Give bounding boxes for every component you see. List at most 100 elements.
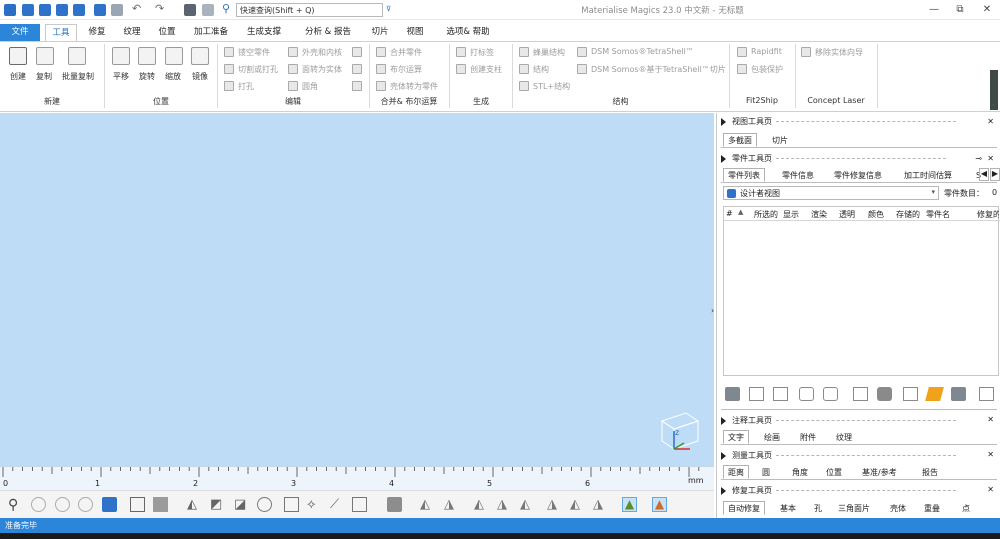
load-part-icon[interactable] <box>725 387 740 401</box>
view-toolbar-title[interactable]: 视图工具页 <box>721 116 956 128</box>
sphere-select-icon[interactable] <box>257 497 272 512</box>
solid-part-icon[interactable] <box>877 387 892 401</box>
col-stored[interactable]: 存储的 <box>896 209 922 220</box>
fillet-button[interactable]: 圆角 <box>302 81 318 92</box>
box-select-icon[interactable] <box>352 497 367 512</box>
menu-file[interactable]: 文件 <box>0 24 40 41</box>
group-parts-icon[interactable] <box>823 387 838 401</box>
dsm-tetrashell-slice-button[interactable]: DSM Somos®基于TetraShell™切片 <box>591 64 726 75</box>
col-transparent[interactable]: 透明 <box>839 209 855 220</box>
batch-copy-button[interactable]: 批量复制 <box>62 71 94 82</box>
col-repaired[interactable]: 修复的 <box>977 209 999 220</box>
surface-to-solid-button[interactable]: 面转为实体 <box>302 64 342 75</box>
part-select-icon[interactable] <box>387 497 402 512</box>
packaging-icon[interactable] <box>737 64 747 74</box>
label-icon[interactable] <box>456 47 466 57</box>
designer-view-select[interactable]: 设计者视图 ▾ <box>723 186 939 200</box>
surface-solid-icon[interactable] <box>288 64 298 74</box>
fillet-icon[interactable] <box>288 81 298 91</box>
new-file-icon[interactable] <box>22 4 34 16</box>
pin-icon[interactable]: ⊸ <box>975 154 982 163</box>
shell-part-icon[interactable] <box>376 81 386 91</box>
menu-analyze-report[interactable]: 分析 & 报告 <box>297 24 359 41</box>
mesh-smooth-icon[interactable]: ◮ <box>593 497 608 512</box>
unload-part-icon[interactable] <box>749 387 764 401</box>
copy-button[interactable]: 复制 <box>36 71 52 82</box>
brush-icon[interactable]: ⟋ <box>330 497 345 512</box>
col-part-name[interactable]: 零件名 <box>926 209 950 220</box>
mesh-cut-icon[interactable]: ◮ <box>444 497 459 512</box>
strut-icon[interactable] <box>456 64 466 74</box>
menu-position[interactable]: 位置 <box>152 24 182 41</box>
close-measure-toolbar-button[interactable]: ✕ <box>987 450 994 459</box>
tab-draw[interactable]: 绘画 <box>759 430 785 444</box>
part-list-table[interactable]: # ▲ 所选的 显示 渲染 透明 颜色 存储的 零件名 修复的 <box>723 206 1000 376</box>
tab-location[interactable]: 位置 <box>821 465 847 479</box>
maximize-button[interactable]: ⧉ <box>951 2 969 17</box>
open-file-icon[interactable] <box>39 4 51 16</box>
rapidfit-icon[interactable] <box>737 47 747 57</box>
honeycomb-button[interactable]: 蜂巢结构 <box>533 47 565 58</box>
cut-icon[interactable] <box>224 64 234 74</box>
remove-solid-icon[interactable] <box>801 47 811 57</box>
tab-holes[interactable]: 孔 <box>809 501 827 515</box>
col-color[interactable]: 颜色 <box>868 209 884 220</box>
tab-angle[interactable]: 角度 <box>787 465 813 479</box>
boolean-icon[interactable] <box>376 64 386 74</box>
tab-part-list[interactable]: 零件列表 <box>723 168 765 182</box>
col-visible[interactable]: 显示 <box>783 209 799 220</box>
menu-view[interactable]: 视图 <box>400 24 430 41</box>
menu-options-help[interactable]: 选项& 帮助 <box>440 24 496 41</box>
tab-scroll-left-icon[interactable]: ◀ <box>979 168 989 181</box>
col-selected[interactable]: 所选的 <box>754 209 780 220</box>
tab-triangles[interactable]: 三角面片 <box>833 501 875 515</box>
triangle-select-icon[interactable]: ◭ <box>187 497 202 512</box>
tab-text[interactable]: 文字 <box>723 430 749 444</box>
boolean-button[interactable]: 布尔运算 <box>390 64 422 75</box>
edit-extra-icon[interactable] <box>352 64 362 74</box>
tab-distance[interactable]: 距离 <box>723 465 749 479</box>
mirror-icon[interactable] <box>191 47 209 65</box>
wire-view-icon[interactable] <box>153 497 168 512</box>
col-index[interactable]: # <box>726 209 733 218</box>
part-icon[interactable] <box>184 4 196 16</box>
zoom-icon[interactable]: ⚲ <box>8 497 23 513</box>
dsm-tetrashell-button[interactable]: DSM Somos®TetraShell™ <box>591 47 694 56</box>
cut-punch-button[interactable]: 切割或打孔 <box>238 64 278 75</box>
mesh-icon[interactable]: ◭ <box>420 497 435 512</box>
collapse-ribbon-icon[interactable]: ⌃ <box>990 103 997 112</box>
punch-button[interactable]: 打孔 <box>238 81 254 92</box>
tab-part-repair-info[interactable]: 零件修复信息 <box>829 168 887 182</box>
mesh-flip-icon[interactable]: ◮ <box>547 497 562 512</box>
translate-icon[interactable] <box>112 47 130 65</box>
zoom-window-icon[interactable] <box>31 497 46 512</box>
close-window-button[interactable]: ✕ <box>978 2 996 17</box>
plane-select-icon[interactable] <box>284 497 299 512</box>
stl-structure-icon[interactable] <box>519 81 529 91</box>
edit-extra-icon[interactable] <box>352 81 362 91</box>
tab-slice[interactable]: 切片 <box>767 133 793 147</box>
view-cube-icon[interactable]: z <box>656 409 702 453</box>
hollow-part-button[interactable]: 镂空零件 <box>238 47 270 58</box>
close-view-toolbar-button[interactable]: ✕ <box>987 117 994 126</box>
mirror-button[interactable]: 镜像 <box>192 71 208 82</box>
render-color-icon[interactable]: ▲ <box>652 497 667 512</box>
menu-generate-support[interactable]: 生成支撑 <box>240 24 288 41</box>
shell-icon[interactable] <box>288 47 298 57</box>
tab-part-info[interactable]: 零件信息 <box>777 168 819 182</box>
tab-datum-reference[interactable]: 基准/参考 <box>857 465 902 479</box>
menu-fix[interactable]: 修复 <box>82 24 112 41</box>
close-annotation-toolbar-button[interactable]: ✕ <box>987 415 994 424</box>
tab-circle[interactable]: 圆 <box>757 465 775 479</box>
packaging-protect-button[interactable]: 包装保护 <box>751 64 783 75</box>
tetrashell-slice-icon[interactable] <box>577 64 587 74</box>
hollow-icon[interactable] <box>224 47 234 57</box>
tab-report[interactable]: 报告 <box>917 465 943 479</box>
tab-points[interactable]: 点 <box>957 501 975 515</box>
3d-viewport[interactable]: z › <box>0 113 714 466</box>
create-support-button[interactable]: 创建支柱 <box>470 64 502 75</box>
panel-collapse-icon[interactable]: › <box>711 306 714 315</box>
tab-multi-section[interactable]: 多截面 <box>723 133 757 147</box>
close-part-toolbar-button[interactable]: ✕ <box>987 154 994 163</box>
create-part-icon[interactable] <box>9 47 27 65</box>
